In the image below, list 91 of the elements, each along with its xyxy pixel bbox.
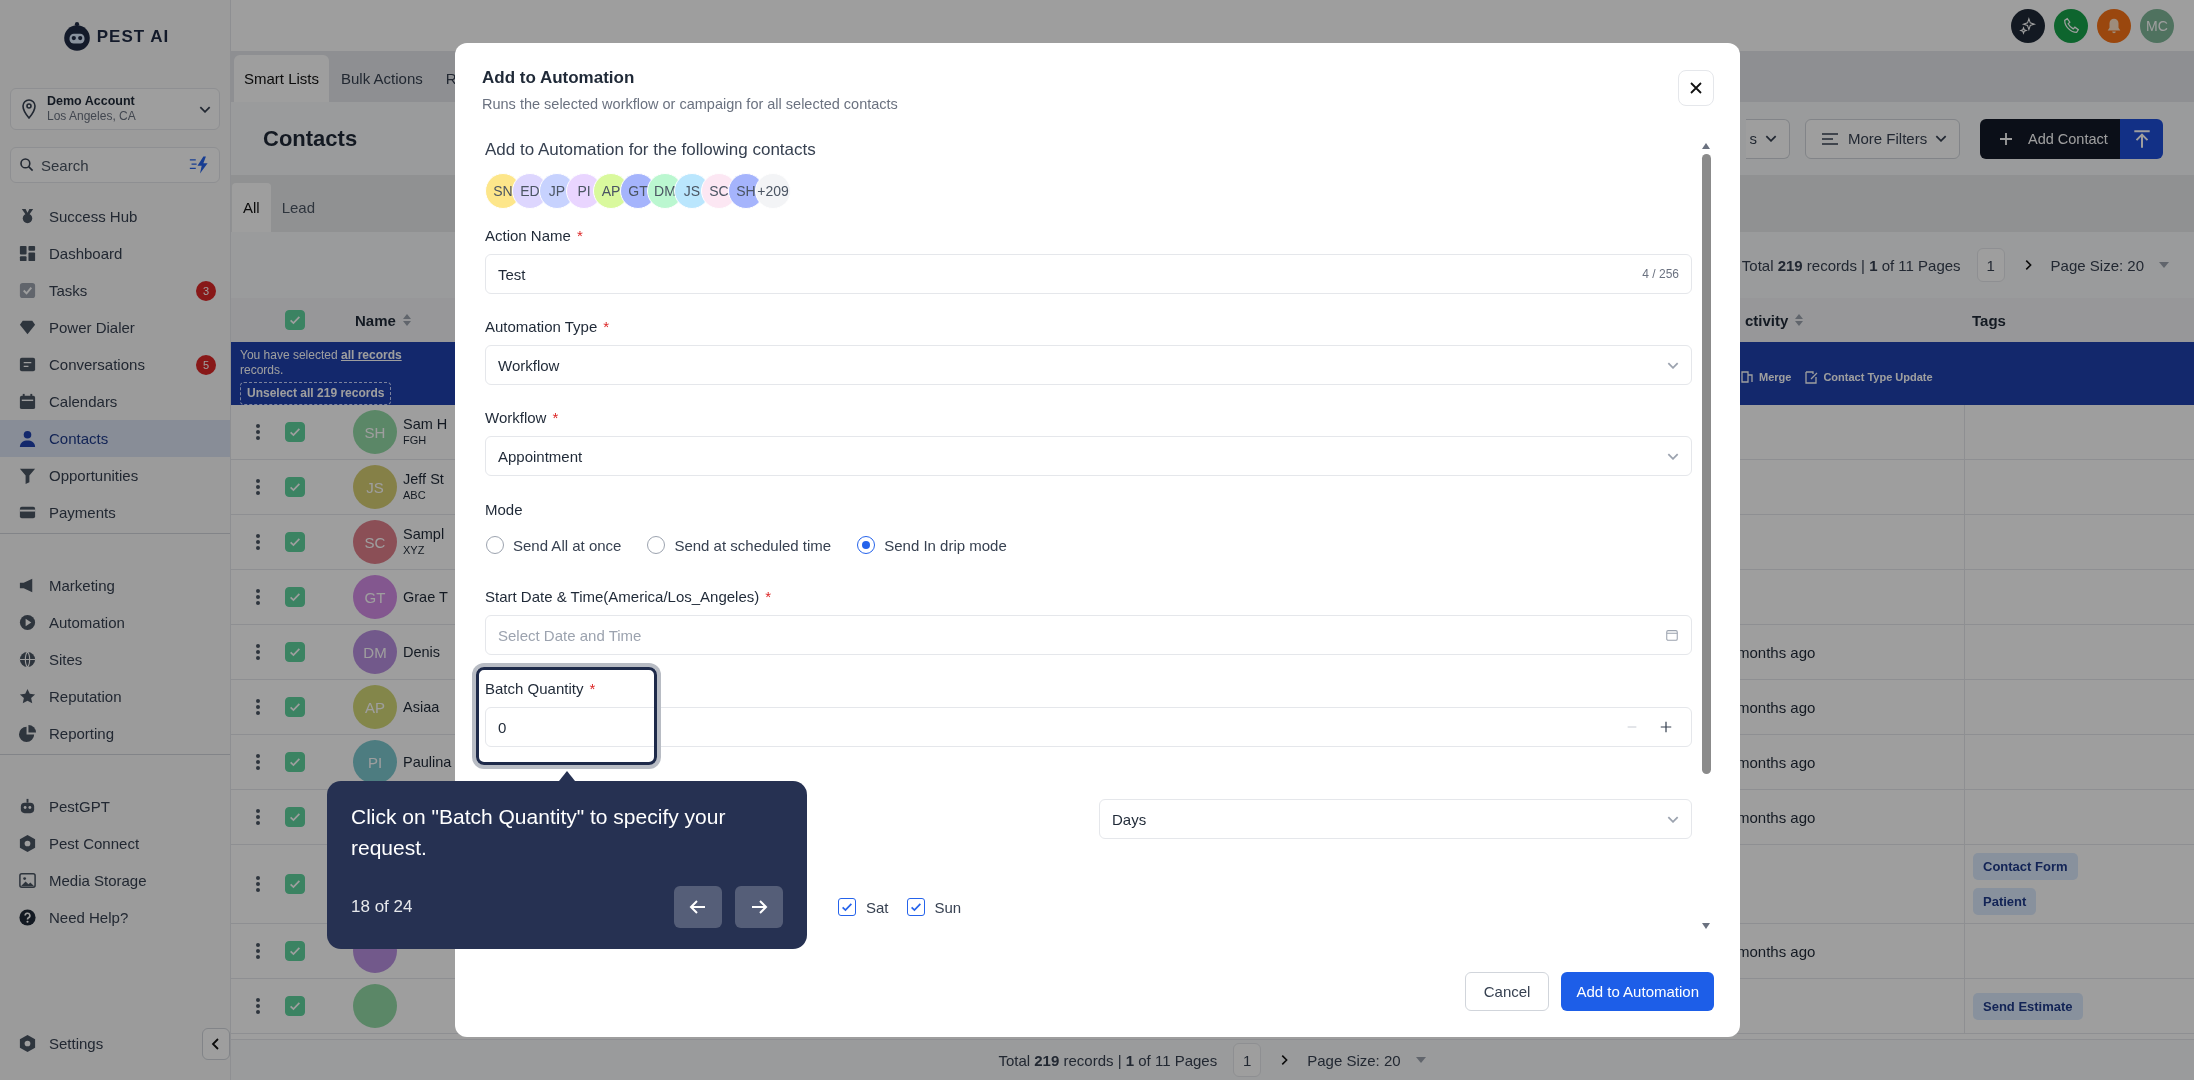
- avatar: JS: [353, 465, 397, 509]
- checkbox-label: Sun: [934, 898, 962, 916]
- radio-option[interactable]: Send at scheduled time: [647, 536, 832, 554]
- page-number[interactable]: 1: [1233, 1043, 1262, 1077]
- company-name: FGH: [403, 433, 428, 448]
- nav-item[interactable]: Reputation: [0, 678, 230, 715]
- character-counter: 4 / 256: [1642, 267, 1679, 281]
- logo-text: PEST AI: [96, 27, 170, 47]
- nav-item[interactable]: Payments: [0, 494, 230, 531]
- select-field[interactable]: Workflow: [485, 345, 1692, 385]
- contact-name[interactable]: Denis: [403, 644, 441, 660]
- tooltip-text: Click on "Batch Quantity" to specify your request.: [351, 804, 727, 861]
- company-name: XYZ: [403, 543, 426, 558]
- tab[interactable]: R: [434, 55, 457, 102]
- contact-name[interactable]: Jeff St: [403, 471, 444, 487]
- select-field[interactable]: Days: [1099, 799, 1692, 839]
- cancel-button[interactable]: Cancel: [1464, 972, 1550, 1011]
- contact-name[interactable]: Sampl: [403, 526, 445, 542]
- add-contact-button[interactable]: Add Contact: [1980, 118, 2120, 159]
- search-field[interactable]: Search: [41, 156, 183, 174]
- tab[interactable]: Smart Lists: [234, 55, 329, 102]
- page-size-select[interactable]: Page Size: 20: [2050, 256, 2170, 274]
- tag: Contact Form: [1973, 853, 2078, 880]
- search-bar[interactable]: Search: [10, 147, 220, 183]
- avatar: DM: [353, 630, 397, 674]
- nav-item[interactable]: Need Help?: [0, 899, 230, 936]
- nav-item[interactable]: Dashboard: [0, 235, 230, 272]
- avatar: GT: [353, 575, 397, 619]
- bulk-action[interactable]: Merge: [1739, 368, 1792, 385]
- dialog-title: Add to Automation: [482, 68, 636, 88]
- column-header: ctivity: [1745, 311, 1789, 329]
- bulk-action[interactable]: Contact Type Update: [1803, 368, 1933, 385]
- date-field[interactable]: Select Date and Time: [485, 615, 1692, 655]
- radio-option[interactable]: Send All at once: [486, 536, 622, 554]
- list-tab[interactable]: Lead: [270, 183, 327, 232]
- more-count: +209: [755, 173, 791, 209]
- avatar: SC: [353, 520, 397, 564]
- step-counter: 18 of 24: [351, 897, 413, 917]
- record-summary: Total 219 records | 1 of 11 Pages: [998, 1051, 1218, 1069]
- page-size-select[interactable]: Page Size: 20: [1307, 1051, 1427, 1069]
- page-title: Contacts: [263, 125, 358, 152]
- column-header: Tags: [1972, 311, 2006, 329]
- field-label: Workflow *: [485, 408, 560, 428]
- field-label: Mode: [485, 500, 524, 520]
- nav-item[interactable]: Success Hub: [0, 198, 230, 235]
- input-field[interactable]: Test 4 / 256: [485, 254, 1692, 294]
- unselect-all-button[interactable]: Unselect all 219 records: [240, 382, 392, 405]
- select-field[interactable]: Appointment: [485, 436, 1692, 476]
- nav-item[interactable]: Media Storage: [0, 862, 230, 899]
- dialog-subtitle: Runs the selected workflow or campaign for all selected contacts: [482, 96, 898, 112]
- number-field[interactable]: 0: [485, 707, 1692, 747]
- field-label: Start Date & Time(America/Los_Angeles) *: [485, 587, 773, 607]
- page-number[interactable]: 1: [1976, 248, 2005, 282]
- filter-button[interactable]: s: [1746, 118, 1790, 159]
- section-heading: Add to Automation for the following contacts: [485, 140, 817, 160]
- nav-item[interactable]: Opportunities: [0, 457, 230, 494]
- nav-item[interactable]: Tasks 3: [0, 272, 230, 309]
- avatar: PI: [353, 740, 397, 784]
- field-label: Batch Quantity *: [485, 679, 597, 699]
- nav-item[interactable]: Settings: [0, 1025, 118, 1062]
- company-name: ABC: [403, 488, 427, 503]
- nav-item[interactable]: Reporting: [0, 715, 230, 752]
- radio-option[interactable]: Send In drip mode: [857, 536, 1007, 554]
- nav-item[interactable]: Pest Connect: [0, 825, 230, 862]
- more-filters-button[interactable]: More Filters: [1805, 118, 1960, 159]
- nav-item[interactable]: Sites: [0, 641, 230, 678]
- nav-item[interactable]: Contacts: [0, 420, 230, 457]
- account-switcher[interactable]: Demo Account Los Angeles, CA: [10, 88, 220, 130]
- nav-item[interactable]: Conversations 5: [0, 346, 230, 383]
- list-tab[interactable]: All: [232, 183, 271, 232]
- all-records-link[interactable]: all records: [340, 348, 402, 362]
- contact-name[interactable]: Paulina: [403, 754, 452, 770]
- nav-item[interactable]: Power Dialer: [0, 309, 230, 346]
- contact-name[interactable]: Grae T: [403, 589, 448, 605]
- nav-item[interactable]: Automation: [0, 604, 230, 641]
- avatar: SH: [353, 410, 397, 454]
- tag: Patient: [1973, 888, 2037, 915]
- tab[interactable]: Bulk Actions: [331, 55, 433, 102]
- field-label: Automation Type *: [485, 317, 611, 337]
- nav-item[interactable]: PestGPT: [0, 788, 230, 825]
- avatar: AP: [353, 685, 397, 729]
- tag: Send Estimate: [1973, 992, 2083, 1020]
- column-header: Name: [355, 311, 396, 329]
- add-to-automation-button[interactable]: Add to Automation: [1561, 972, 1714, 1011]
- contact-name[interactable]: Asiaa: [403, 699, 440, 715]
- contact-name[interactable]: Sam H: [403, 416, 448, 432]
- nav-item[interactable]: Marketing: [0, 567, 230, 604]
- checkbox-label: Sat: [866, 898, 889, 916]
- record-summary: Total 219 records | 1 of 11 Pages: [1741, 256, 1961, 274]
- nav-item[interactable]: Calendars: [0, 383, 230, 420]
- field-label: Action Name *: [485, 226, 584, 246]
